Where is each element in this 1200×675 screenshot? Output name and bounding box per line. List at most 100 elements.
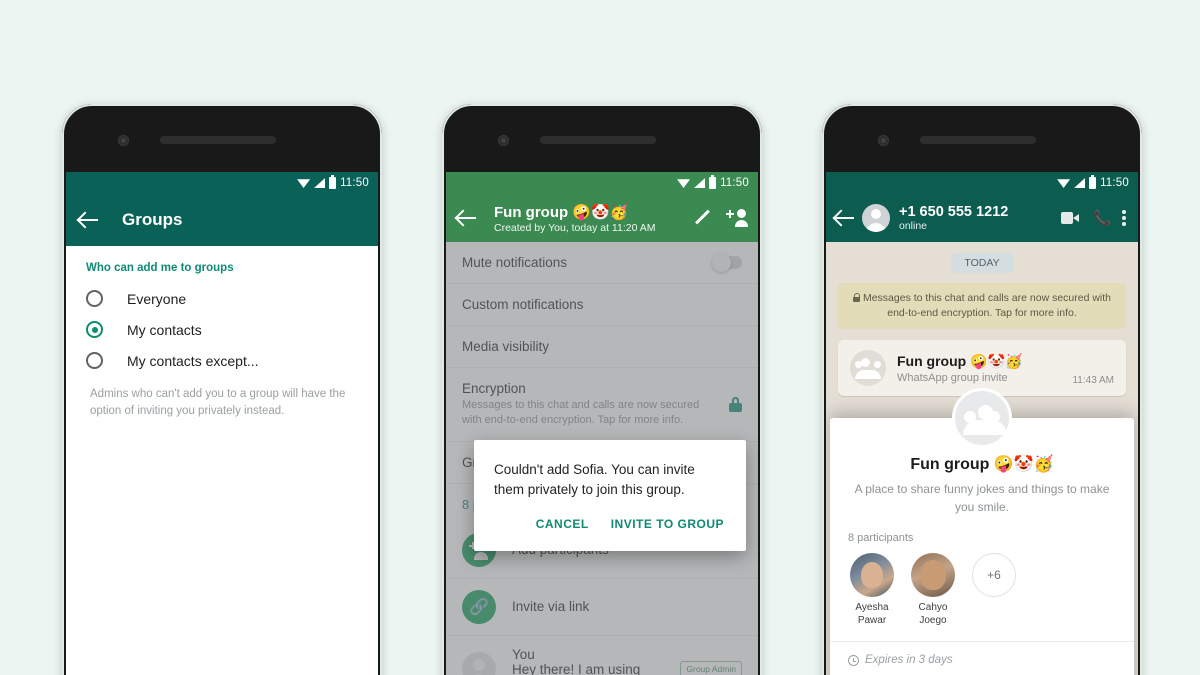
radio-icon[interactable] bbox=[86, 352, 103, 369]
dialog-actions: CANCEL INVITE TO GROUP bbox=[494, 499, 726, 543]
contact-presence: online bbox=[899, 220, 928, 232]
group-invite-text: Fun group 🤪🤡🥳 WhatsApp group invite bbox=[897, 353, 1072, 384]
volume-button[interactable] bbox=[380, 362, 382, 424]
radio-option-my-contacts[interactable]: My contacts bbox=[66, 314, 378, 345]
power-button[interactable] bbox=[760, 309, 762, 347]
chat-background: TODAY Messages to this chat and calls ar… bbox=[826, 242, 1138, 675]
groups-settings-body: Who can add me to groups Everyone My con… bbox=[66, 246, 378, 675]
volume-button[interactable] bbox=[1140, 362, 1142, 424]
battery-icon bbox=[1089, 175, 1097, 189]
video-call-icon[interactable] bbox=[1061, 212, 1079, 224]
phone-2-screen: 11:50 Fun group 🤪🤡🥳 Created by You, toda… bbox=[446, 172, 758, 675]
group-invite-sheet: Fun group 🤪🤡🥳 A place to share funny jok… bbox=[830, 388, 1134, 675]
group-name: Fun group 🤪🤡🥳 bbox=[494, 203, 629, 221]
add-person-icon[interactable] bbox=[726, 209, 748, 227]
signal-icon bbox=[694, 178, 706, 188]
cancel-button[interactable]: CANCEL bbox=[534, 513, 591, 535]
sheet-participant-avatars: Ayesha Pawar Cahyo Joego +6 bbox=[830, 544, 1134, 627]
wifi-icon bbox=[1057, 179, 1071, 188]
front-camera-icon bbox=[878, 135, 889, 146]
phone-call-icon[interactable]: 📞 bbox=[1093, 211, 1112, 226]
group-title-block: Fun group 🤪🤡🥳 Created by You, today at 1… bbox=[494, 203, 694, 234]
status-bar: 11:50 bbox=[66, 172, 378, 194]
sheet-group-description: A place to share funny jokes and things … bbox=[854, 482, 1110, 514]
participant-avatar-2[interactable]: Cahyo Joego bbox=[911, 553, 955, 627]
page-title: Groups bbox=[122, 210, 183, 229]
section-header: Who can add me to groups bbox=[86, 262, 234, 274]
phone-2: 11:50 Fun group 🤪🤡🥳 Created by You, toda… bbox=[442, 104, 762, 675]
message-timestamp: 11:43 AM bbox=[1072, 375, 1114, 387]
power-button[interactable] bbox=[1140, 309, 1142, 347]
signal-icon bbox=[1074, 178, 1086, 188]
participant-avatar-1[interactable]: Ayesha Pawar bbox=[850, 553, 894, 627]
pencil-icon[interactable] bbox=[694, 209, 712, 227]
earpiece-speaker bbox=[160, 136, 276, 144]
signal-icon bbox=[314, 178, 326, 188]
battery-icon bbox=[329, 175, 337, 189]
participant-avatar-more[interactable]: +6 bbox=[972, 553, 1016, 627]
app-bar: Groups bbox=[66, 194, 378, 246]
encryption-notice[interactable]: Messages to this chat and calls are now … bbox=[838, 283, 1126, 330]
radio-option-my-contacts-except[interactable]: My contacts except... bbox=[66, 345, 378, 376]
radio-label: My contacts bbox=[127, 321, 202, 338]
status-bar-time: 11:50 bbox=[340, 177, 369, 189]
status-bar-icons bbox=[297, 175, 337, 189]
avatar[interactable] bbox=[862, 204, 890, 232]
chat-app-bar: +1 650 555 1212 online 📞 bbox=[826, 194, 1138, 242]
radio-icon[interactable] bbox=[86, 290, 103, 307]
volume-button[interactable] bbox=[760, 362, 762, 424]
group-invite-name: Fun group 🤪🤡🥳 bbox=[897, 352, 1023, 369]
chat-actions: 📞 bbox=[1061, 210, 1130, 226]
status-bar-icons bbox=[1057, 175, 1097, 189]
screenshot-stage: 11:50 Groups Who can add me to groups Ev… bbox=[0, 0, 1200, 675]
sheet-actions: CANCEL JOIN GROUP bbox=[830, 666, 1134, 675]
sheet-expiry: Expires in 3 days bbox=[830, 642, 1134, 666]
phone-1: 11:50 Groups Who can add me to groups Ev… bbox=[62, 104, 382, 675]
participant-name: Ayesha Pawar bbox=[855, 602, 889, 626]
radio-option-everyone[interactable]: Everyone bbox=[66, 283, 378, 314]
lock-icon bbox=[852, 293, 861, 302]
back-arrow-icon[interactable] bbox=[456, 207, 478, 229]
power-button[interactable] bbox=[380, 309, 382, 347]
status-bar: 11:50 bbox=[826, 172, 1138, 194]
expiry-text: Expires in 3 days bbox=[865, 654, 953, 666]
group-created-subtitle: Created by You, today at 11:20 AM bbox=[494, 221, 656, 234]
battery-icon bbox=[709, 175, 717, 189]
radio-label: Everyone bbox=[127, 290, 187, 307]
group-info-app-bar: Fun group 🤪🤡🥳 Created by You, today at 1… bbox=[446, 194, 758, 242]
sheet-participants-count: 8 participants bbox=[848, 532, 914, 544]
back-arrow-icon[interactable] bbox=[834, 207, 856, 229]
chat-title-block[interactable]: +1 650 555 1212 online bbox=[899, 204, 1061, 232]
participant-name: Cahyo Joego bbox=[918, 602, 948, 626]
earpiece-speaker bbox=[920, 136, 1036, 144]
clock-icon bbox=[848, 654, 859, 666]
couldnt-add-dialog: Couldn't add Sofia. You can invite them … bbox=[474, 440, 746, 552]
phone-3-screen: 11:50 +1 650 555 1212 online 📞 TODAY Mes… bbox=[826, 172, 1138, 675]
wifi-icon bbox=[297, 179, 311, 188]
contact-number: +1 650 555 1212 bbox=[899, 204, 1009, 220]
radio-icon-selected[interactable] bbox=[86, 321, 103, 338]
phone-3: 11:50 +1 650 555 1212 online 📞 TODAY Mes… bbox=[822, 104, 1142, 675]
group-avatar-icon bbox=[850, 350, 886, 387]
phone-1-screen: 11:50 Groups Who can add me to groups Ev… bbox=[66, 172, 378, 675]
more-count-badge: +6 bbox=[972, 553, 1016, 597]
more-vertical-icon[interactable] bbox=[1122, 210, 1126, 226]
wifi-icon bbox=[677, 179, 691, 188]
invite-to-group-button[interactable]: INVITE TO GROUP bbox=[609, 513, 726, 535]
encryption-notice-text: Messages to this chat and calls are now … bbox=[862, 292, 1112, 320]
back-arrow-icon[interactable] bbox=[78, 209, 100, 231]
status-bar-time: 11:50 bbox=[720, 177, 749, 189]
front-camera-icon bbox=[498, 135, 509, 146]
status-bar-time: 11:50 bbox=[1100, 177, 1129, 189]
radio-label: My contacts except... bbox=[127, 352, 259, 369]
group-avatar-icon bbox=[952, 388, 1012, 449]
earpiece-speaker bbox=[540, 136, 656, 144]
date-chip: TODAY bbox=[951, 253, 1013, 273]
front-camera-icon bbox=[118, 135, 129, 146]
dialog-message: Couldn't add Sofia. You can invite them … bbox=[494, 462, 695, 497]
group-invite-description: WhatsApp group invite bbox=[897, 371, 1008, 384]
avatar bbox=[911, 553, 955, 597]
status-bar-icons bbox=[677, 175, 717, 189]
status-bar: 11:50 bbox=[446, 172, 758, 194]
helper-note: Admins who can't add you to a group will… bbox=[90, 388, 346, 417]
